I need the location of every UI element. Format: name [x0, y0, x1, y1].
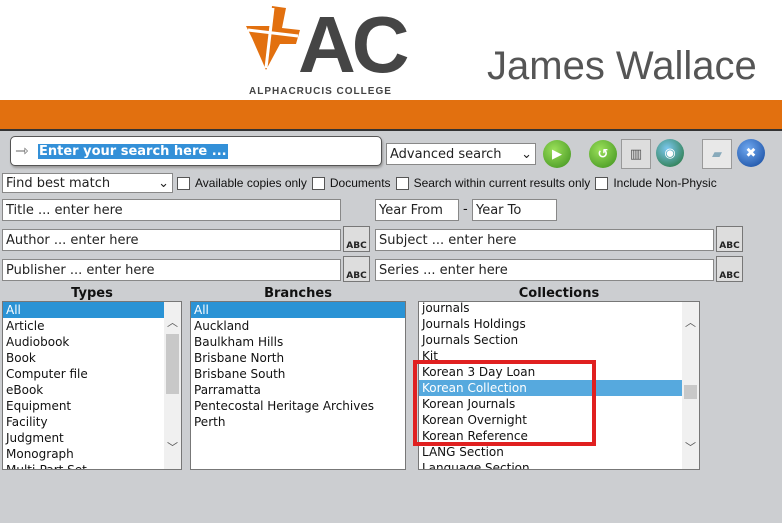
- clear-button[interactable]: ▥: [621, 139, 651, 169]
- match-value: Find best match: [6, 175, 111, 191]
- arrow-right-icon: ⇾: [15, 141, 29, 160]
- list-item[interactable]: All: [3, 302, 181, 318]
- globe-icon: ◉: [664, 145, 676, 161]
- available-copies-checkbox[interactable]: [177, 176, 190, 190]
- available-copies-label: Available copies only: [195, 176, 307, 190]
- orange-band: [0, 100, 782, 131]
- subject-browse-button[interactable]: ABC: [716, 226, 743, 252]
- binoculars-abc-icon: ABC: [346, 241, 367, 251]
- eraser-button[interactable]: ▰: [702, 139, 732, 169]
- list-item[interactable]: Monograph: [3, 446, 181, 462]
- list-item[interactable]: Facility: [3, 414, 181, 430]
- scrollbar-thumb[interactable]: [166, 334, 179, 394]
- include-non-physical-label: Include Non-Physic: [613, 176, 717, 190]
- logo-text: AC: [298, 0, 410, 89]
- highlight-box: [413, 360, 596, 446]
- close-icon: ✖: [745, 145, 757, 161]
- list-item[interactable]: Baulkham Hills: [191, 334, 405, 350]
- logo-cross-icon: [246, 6, 300, 70]
- types-list[interactable]: All Article Audiobook Book Computer file eBoo…: [2, 301, 182, 470]
- chevron-down-icon[interactable]: ﹀: [685, 439, 696, 455]
- include-non-physical-checkbox[interactable]: [595, 176, 609, 190]
- series-browse-button[interactable]: ABC: [716, 256, 743, 282]
- list-item[interactable]: Article: [3, 318, 181, 334]
- search-mode-value: Advanced search: [390, 146, 502, 162]
- search-mode-select[interactable]: Advanced search ⌄: [386, 143, 536, 165]
- search-placeholder: Enter your search here ...: [38, 144, 228, 159]
- list-item[interactable]: Judgment: [3, 430, 181, 446]
- publisher-field[interactable]: [2, 259, 341, 281]
- search-within-label: Search within current results only: [413, 176, 591, 190]
- list-item[interactable]: Journals Section: [419, 332, 699, 348]
- list-item[interactable]: Book: [3, 350, 181, 366]
- binoculars-abc-icon: ABC: [346, 271, 367, 281]
- branches-heading: Branches: [264, 286, 332, 301]
- site-header: AC ALPHACRUCIS COLLEGE James Wallace: [0, 0, 782, 100]
- chevron-down-icon[interactable]: ﹀: [167, 439, 178, 455]
- list-item[interactable]: journals: [419, 302, 699, 316]
- title-field[interactable]: [2, 199, 341, 221]
- list-item[interactable]: Parramatta: [191, 382, 405, 398]
- list-item[interactable]: Multi-Part Set: [3, 462, 181, 469]
- year-from-field[interactable]: [375, 199, 459, 221]
- year-dash: -: [463, 202, 468, 217]
- search-input[interactable]: ⇾ Enter your search here ...: [10, 136, 382, 166]
- list-item[interactable]: Computer file: [3, 366, 181, 382]
- author-field[interactable]: [2, 229, 341, 251]
- documents-checkbox[interactable]: [311, 176, 325, 190]
- options-row: Available copies only Documents Search w…: [177, 176, 717, 190]
- eraser-icon: ▰: [712, 146, 722, 162]
- list-item[interactable]: Pentecostal Heritage Archives: [191, 398, 405, 414]
- search-within-checkbox[interactable]: [395, 176, 409, 190]
- series-field[interactable]: [375, 259, 714, 281]
- author-browse-button[interactable]: ABC: [343, 226, 370, 252]
- list-item[interactable]: Journals Holdings: [419, 316, 699, 332]
- list-item[interactable]: Language Section: [419, 460, 699, 469]
- play-icon: ▶: [552, 146, 562, 162]
- binoculars-abc-icon: ABC: [719, 271, 740, 281]
- match-select[interactable]: Find best match ⌄: [2, 173, 173, 193]
- scrollbar[interactable]: ︿ ﹀: [682, 302, 699, 469]
- list-item[interactable]: Perth: [191, 414, 405, 430]
- list-item[interactable]: LANG Section: [419, 444, 699, 460]
- types-heading: Types: [71, 286, 113, 301]
- chevron-down-icon: ⌄: [158, 175, 169, 191]
- list-item[interactable]: Equipment: [3, 398, 181, 414]
- globe-search-button[interactable]: ◉: [656, 139, 684, 167]
- close-button[interactable]: ✖: [737, 139, 765, 167]
- logo-subtitle: ALPHACRUCIS COLLEGE: [249, 86, 392, 97]
- chevron-up-icon[interactable]: ︿: [167, 314, 178, 330]
- scrollbar[interactable]: ︿ ﹀: [164, 302, 181, 469]
- list-item[interactable]: Auckland: [191, 318, 405, 334]
- publisher-browse-button[interactable]: ABC: [343, 256, 370, 282]
- documents-label: Documents: [329, 176, 391, 190]
- undo-icon: ↺: [597, 146, 609, 162]
- chevron-down-icon: ⌄: [521, 146, 532, 162]
- binoculars-abc-icon: ABC: [719, 241, 740, 251]
- trash-search-icon: ▥: [629, 146, 643, 162]
- list-item[interactable]: All: [191, 302, 405, 318]
- branches-list[interactable]: All Auckland Baulkham Hills Brisbane North B…: [190, 301, 406, 470]
- collections-heading: Collections: [518, 286, 600, 301]
- subject-field[interactable]: [375, 229, 714, 251]
- list-item[interactable]: Audiobook: [3, 334, 181, 350]
- scrollbar-thumb[interactable]: [684, 385, 697, 399]
- chevron-up-icon[interactable]: ︿: [685, 314, 696, 330]
- library-title: James Wallace: [487, 44, 757, 88]
- year-to-field[interactable]: [472, 199, 557, 221]
- list-item[interactable]: Brisbane South: [191, 366, 405, 382]
- list-item[interactable]: Brisbane North: [191, 350, 405, 366]
- reset-button[interactable]: ↺: [589, 140, 617, 168]
- go-button[interactable]: ▶: [543, 140, 571, 168]
- list-item[interactable]: eBook: [3, 382, 181, 398]
